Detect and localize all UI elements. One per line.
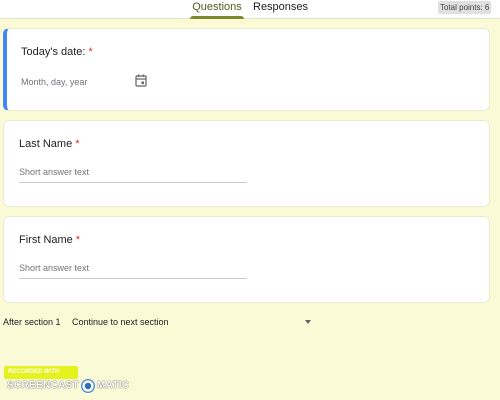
- chevron-down-icon[interactable]: [305, 320, 311, 324]
- tab-questions-label: Questions: [192, 1, 242, 13]
- screencast-watermark: SCREENCAST MATIC: [7, 378, 129, 393]
- required-mark: *: [75, 234, 81, 246]
- date-input[interactable]: Month, day, year: [21, 77, 87, 87]
- question-title: First Name *: [19, 234, 80, 246]
- last-name-input[interactable]: Short answer text: [19, 167, 247, 183]
- watermark-left-text: SCREENCAST: [7, 380, 79, 391]
- watermark-right-text: MATIC: [96, 380, 130, 391]
- first-name-input[interactable]: Short answer text: [19, 263, 247, 279]
- question-title-text: First Name: [19, 234, 73, 246]
- question-card-last-name[interactable]: Last Name * Short answer text: [3, 120, 490, 207]
- required-mark: *: [75, 138, 80, 150]
- question-card-date[interactable]: Today's date: * Month, day, year: [3, 28, 490, 111]
- section-navigation-select[interactable]: Continue to next section: [72, 317, 318, 329]
- total-points-badge: Total points: 6: [438, 1, 492, 14]
- active-tab-indicator: [190, 16, 244, 19]
- tab-questions[interactable]: Questions: [190, 0, 244, 19]
- top-bar: Questions Responses Total points: 6: [0, 0, 500, 19]
- after-section-label: After section 1: [3, 317, 61, 327]
- question-title-text: Today's date:: [21, 46, 86, 58]
- question-title-text: Last Name: [19, 138, 73, 150]
- required-mark: *: [88, 46, 93, 58]
- screencast-logo-icon: [80, 378, 95, 393]
- question-title: Last Name *: [19, 138, 79, 150]
- tab-responses-label: Responses: [253, 1, 309, 13]
- question-title: Today's date: *: [21, 46, 93, 58]
- question-card-first-name[interactable]: First Name * Short answer text: [3, 216, 490, 303]
- calendar-icon[interactable]: [135, 74, 147, 87]
- tab-responses[interactable]: Responses: [253, 0, 308, 19]
